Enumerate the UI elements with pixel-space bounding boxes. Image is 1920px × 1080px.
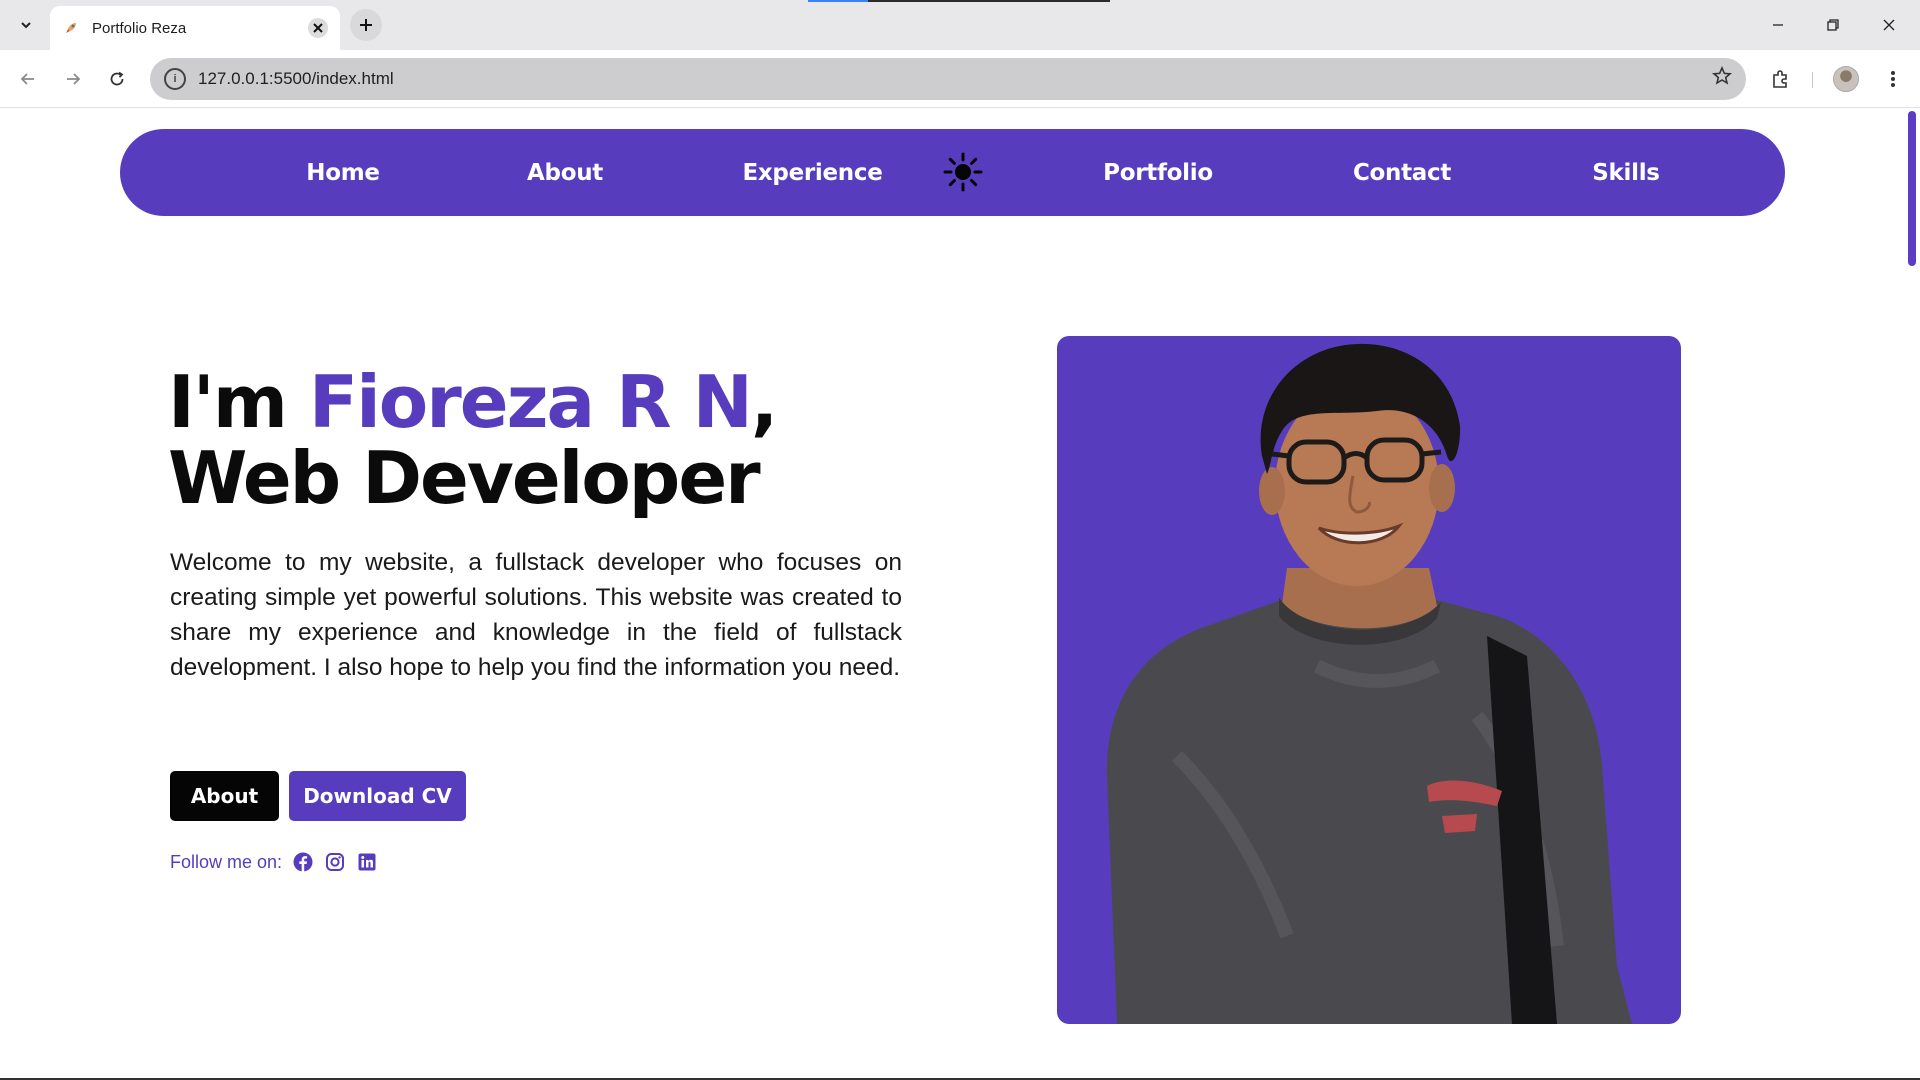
browser-tab[interactable]: Portfolio Reza xyxy=(50,6,340,50)
restore-icon[interactable] xyxy=(1820,12,1846,38)
nav-experience[interactable]: Experience xyxy=(735,129,890,216)
kebab-menu-icon[interactable] xyxy=(1879,65,1907,93)
follow-label: Follow me on: xyxy=(170,851,283,872)
page-scrollbar[interactable] xyxy=(1908,111,1916,266)
about-button[interactable]: About xyxy=(170,771,279,821)
chevron-down-icon[interactable] xyxy=(14,13,38,37)
hero-title: I'm Fioreza R N, Web Developer xyxy=(168,364,778,516)
nav-skills[interactable]: Skills xyxy=(1576,129,1676,216)
address-bar[interactable]: i 127.0.0.1:5500/index.html xyxy=(150,58,1746,100)
close-icon[interactable] xyxy=(1876,12,1902,38)
arrow-left-icon[interactable] xyxy=(14,65,42,93)
loading-indicator xyxy=(808,0,1110,2)
hero-description: Welcome to my website, a fullstack devel… xyxy=(170,549,902,681)
social-follow: Follow me on: xyxy=(170,851,378,873)
browser-toolbar: i 127.0.0.1:5500/index.html xyxy=(0,50,1920,108)
profile-photo xyxy=(1057,336,1681,1024)
close-icon[interactable] xyxy=(308,18,328,38)
nav-home[interactable]: Home xyxy=(283,129,403,216)
linkedin-icon[interactable] xyxy=(356,851,378,873)
hero-title-name: Fioreza R N xyxy=(308,360,753,444)
sun-icon[interactable] xyxy=(940,149,986,195)
hero-title-prefix: I'm xyxy=(168,360,309,444)
rocket-icon xyxy=(62,19,80,37)
facebook-icon[interactable] xyxy=(292,851,314,873)
url-text[interactable]: 127.0.0.1:5500/index.html xyxy=(198,69,1712,89)
toolbar-separator xyxy=(1812,72,1813,88)
info-icon[interactable]: i xyxy=(164,68,186,90)
profile-avatar[interactable] xyxy=(1832,65,1860,93)
download-cv-button[interactable]: Download CV xyxy=(289,771,466,821)
plus-icon[interactable] xyxy=(350,9,382,41)
nav-contact[interactable]: Contact xyxy=(1342,129,1462,216)
star-icon[interactable] xyxy=(1712,66,1732,92)
puzzle-icon[interactable] xyxy=(1767,65,1795,93)
minimize-icon[interactable] xyxy=(1765,12,1791,38)
browser-tab-strip: Portfolio Reza xyxy=(0,0,1920,50)
hero-title-role: Web Developer xyxy=(168,436,761,520)
tab-title: Portfolio Reza xyxy=(92,19,187,37)
main-navbar: Home About Experience Portfolio Contact … xyxy=(120,129,1785,216)
reload-icon[interactable] xyxy=(103,65,131,93)
nav-about[interactable]: About xyxy=(505,129,625,216)
hero-title-comma: , xyxy=(750,360,778,444)
arrow-right-icon[interactable] xyxy=(59,65,87,93)
nav-portfolio[interactable]: Portfolio xyxy=(1093,129,1223,216)
instagram-icon[interactable] xyxy=(324,851,346,873)
page-viewport: Home About Experience Portfolio Contact … xyxy=(0,109,1920,1080)
